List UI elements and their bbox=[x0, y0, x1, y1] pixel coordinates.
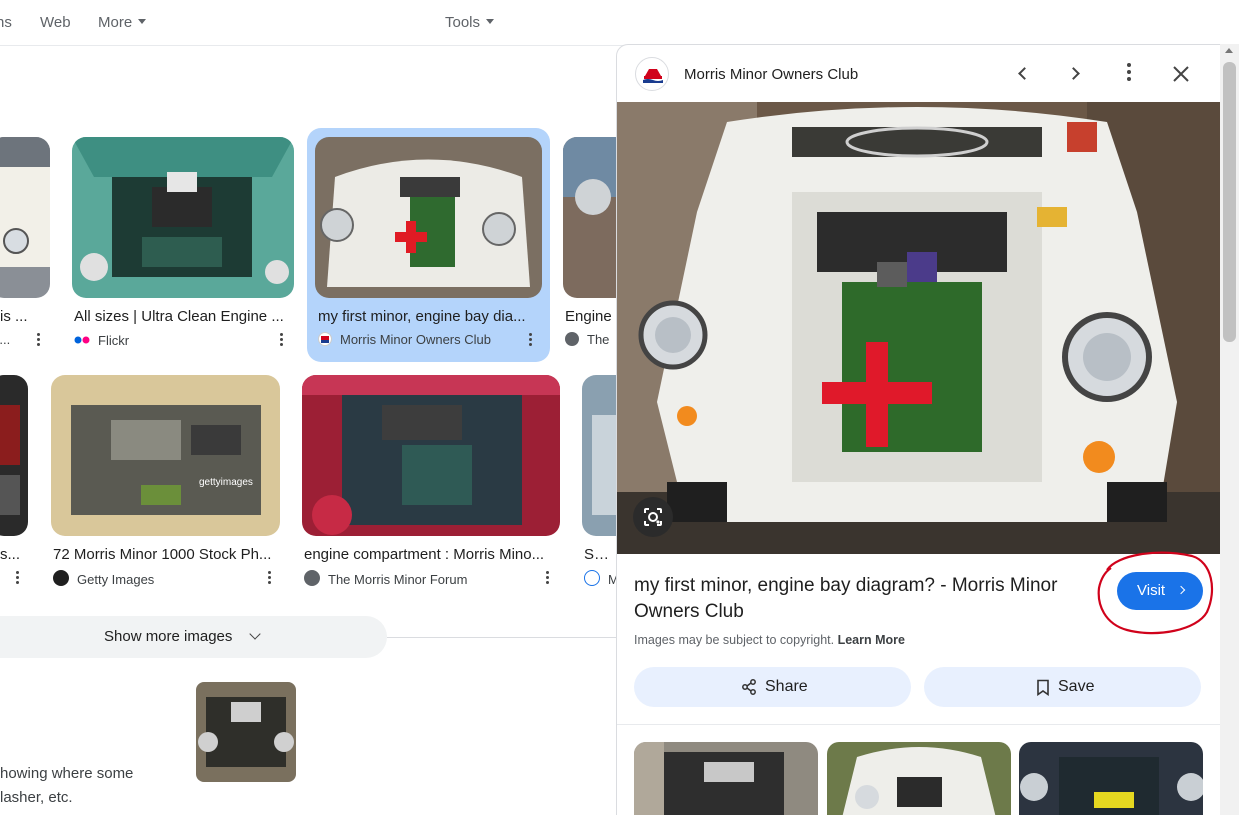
chevron-right-icon bbox=[1067, 67, 1080, 80]
learn-more-link[interactable]: Learn More bbox=[838, 633, 905, 647]
preview-title[interactable]: my first minor, engine bay diagram? - Mo… bbox=[634, 573, 1094, 625]
tab-more-label: More bbox=[98, 14, 133, 31]
related-image-thumbnail[interactable] bbox=[1019, 742, 1203, 815]
show-more-label: Show more images bbox=[104, 628, 233, 645]
image-result-source[interactable]: M bbox=[584, 570, 616, 587]
more-options-icon[interactable] bbox=[16, 571, 20, 585]
image-thumbnail[interactable] bbox=[315, 137, 542, 298]
search-tabs-bar: ns Web More Tools bbox=[0, 0, 1239, 46]
source-label: Morris Minor Owners Club bbox=[340, 332, 491, 347]
source-label: The bbox=[587, 332, 610, 347]
tools-label: Tools bbox=[445, 14, 481, 31]
morris-minor-forum-icon bbox=[304, 570, 320, 586]
share-icon bbox=[742, 679, 756, 695]
morris-minor-owners-club-logo-icon bbox=[318, 332, 332, 346]
image-thumbnail[interactable] bbox=[0, 137, 50, 298]
image-thumbnail[interactable] bbox=[72, 137, 294, 298]
site-icon bbox=[584, 570, 600, 586]
copyright-text: Images may be subject to copyright. bbox=[634, 633, 835, 647]
site-logo-icon bbox=[635, 57, 669, 91]
image-result-title[interactable]: Engine bbox=[565, 308, 616, 325]
source-label: The Morris Minor Forum bbox=[328, 572, 468, 587]
image-result-card[interactable]: All sizes | Ultra Clean Engine ... Flick… bbox=[72, 128, 294, 362]
share-label: Share bbox=[765, 678, 808, 695]
image-thumbnail[interactable] bbox=[0, 375, 28, 536]
red-annotation-circle bbox=[1097, 551, 1214, 635]
image-result-card[interactable]: engine compartment : Morris Mino... The … bbox=[302, 366, 560, 596]
save-label: Save bbox=[1058, 678, 1095, 695]
more-options-icon[interactable] bbox=[268, 571, 272, 585]
related-result-snippet-line2: lasher, etc. bbox=[0, 789, 73, 806]
image-thumbnail[interactable] bbox=[302, 375, 560, 536]
image-result-title[interactable]: SOLI bbox=[584, 546, 616, 563]
bookmark-icon bbox=[1037, 679, 1049, 696]
image-result-source[interactable]: Flickr bbox=[74, 332, 264, 348]
caret-down-icon bbox=[486, 18, 495, 24]
related-image-thumbnail[interactable] bbox=[634, 742, 818, 815]
site-name[interactable]: Morris Minor Owners Club bbox=[684, 66, 858, 83]
image-result-card[interactable]: gettyimages 72 Morris Minor 1000 Stock P… bbox=[51, 366, 280, 596]
svg-text:gettyimages: gettyimages bbox=[199, 477, 253, 488]
image-result-card[interactable]: SOLI M bbox=[582, 366, 622, 596]
image-preview-panel: Morris Minor Owners Club my first minor,… bbox=[616, 44, 1220, 815]
morris-minor-forum-icon bbox=[565, 332, 579, 346]
image-thumbnail[interactable] bbox=[563, 137, 623, 298]
getty-images-icon bbox=[53, 570, 69, 586]
chevron-down-icon bbox=[249, 628, 261, 640]
image-result-source[interactable]: Getty Images bbox=[53, 570, 253, 587]
google-lens-button[interactable] bbox=[633, 497, 673, 537]
image-result-title[interactable]: engine compartment : Morris Mino... bbox=[304, 546, 558, 563]
previous-image-button[interactable] bbox=[1012, 62, 1036, 86]
related-image-thumbnail[interactable] bbox=[827, 742, 1011, 815]
more-options-icon[interactable] bbox=[1117, 63, 1141, 87]
source-label: Getty Images bbox=[77, 572, 155, 587]
show-more-images-button[interactable]: Show more images bbox=[0, 616, 387, 658]
tools-button[interactable]: Tools bbox=[445, 14, 495, 31]
image-result-source[interactable]: The Morris Minor Forum bbox=[304, 570, 534, 587]
divider bbox=[617, 724, 1220, 725]
image-result-title[interactable]: my first minor, engine bay dia... bbox=[318, 308, 534, 325]
close-icon[interactable] bbox=[1169, 62, 1193, 86]
next-image-button[interactable] bbox=[1064, 62, 1088, 86]
more-options-icon[interactable] bbox=[529, 333, 533, 347]
source-label: Flickr bbox=[98, 333, 130, 348]
image-result-card[interactable]: rris ... is... bbox=[0, 128, 52, 362]
more-options-icon[interactable] bbox=[546, 571, 550, 585]
image-thumbnail[interactable]: gettyimages bbox=[51, 375, 280, 536]
tab-more[interactable]: More bbox=[98, 14, 147, 31]
save-button[interactable]: Save bbox=[924, 667, 1201, 707]
share-button[interactable]: Share bbox=[634, 667, 911, 707]
image-result-card[interactable]: Engine The bbox=[563, 128, 623, 362]
preview-image[interactable] bbox=[617, 102, 1220, 554]
image-result-title[interactable]: 72 Morris Minor 1000 Stock Ph... bbox=[53, 546, 280, 563]
image-result-source[interactable]: is... bbox=[0, 332, 20, 347]
image-result-source[interactable]: Morris Minor Owners Club bbox=[318, 332, 518, 347]
copyright-notice: Images may be subject to copyright. Lear… bbox=[634, 633, 905, 647]
scrollbar-thumb[interactable] bbox=[1223, 62, 1236, 342]
more-options-icon[interactable] bbox=[280, 333, 284, 347]
source-label: M bbox=[608, 572, 616, 587]
caret-down-icon bbox=[138, 18, 147, 24]
tab-web[interactable]: Web bbox=[40, 14, 71, 31]
image-result-card-selected[interactable]: my first minor, engine bay dia... Morris… bbox=[307, 128, 550, 362]
more-options-icon[interactable] bbox=[37, 333, 41, 347]
tab-images[interactable]: ns bbox=[0, 14, 12, 31]
flickr-icon bbox=[74, 332, 90, 344]
divider bbox=[387, 637, 616, 638]
chevron-left-icon bbox=[1018, 67, 1031, 80]
image-result-card[interactable]: s... bbox=[0, 366, 30, 596]
related-result-thumbnail[interactable] bbox=[196, 682, 296, 782]
image-result-source[interactable]: The bbox=[565, 332, 616, 347]
scroll-up-arrow-icon[interactable] bbox=[1225, 48, 1233, 53]
related-result-snippet-line1: howing where some bbox=[0, 765, 134, 782]
image-result-title[interactable]: s... bbox=[0, 546, 28, 563]
image-result-title[interactable]: All sizes | Ultra Clean Engine ... bbox=[74, 308, 288, 325]
image-result-title[interactable]: rris ... bbox=[0, 308, 40, 325]
